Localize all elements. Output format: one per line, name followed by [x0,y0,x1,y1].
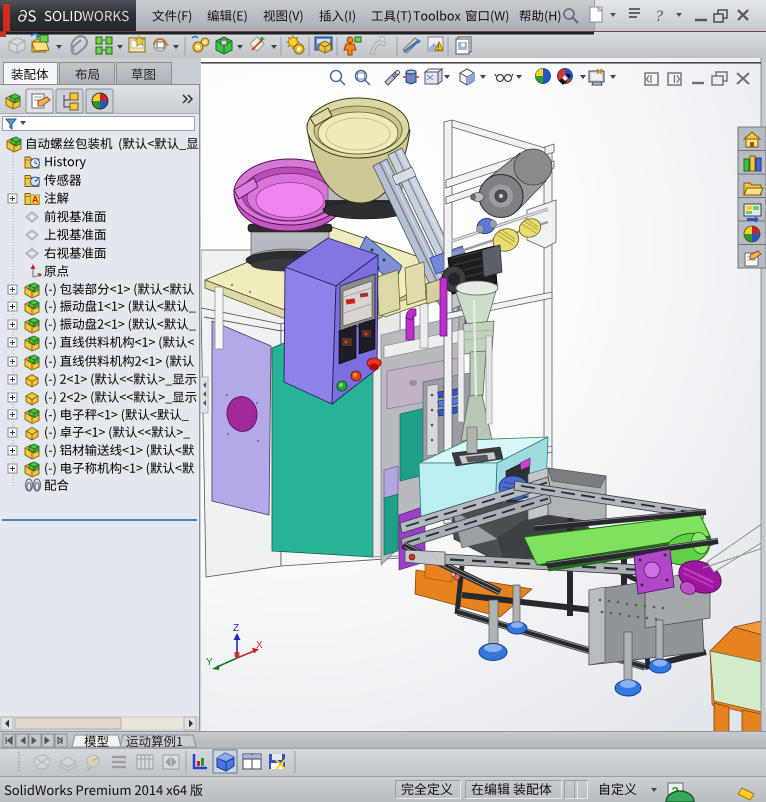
svg-text:!: ! [438,45,440,52]
svg-text:Z: Z [233,623,239,634]
svg-text:X: X [256,640,263,651]
svg-text:?: ? [655,8,663,25]
svg-text:Y: Y [206,657,213,668]
